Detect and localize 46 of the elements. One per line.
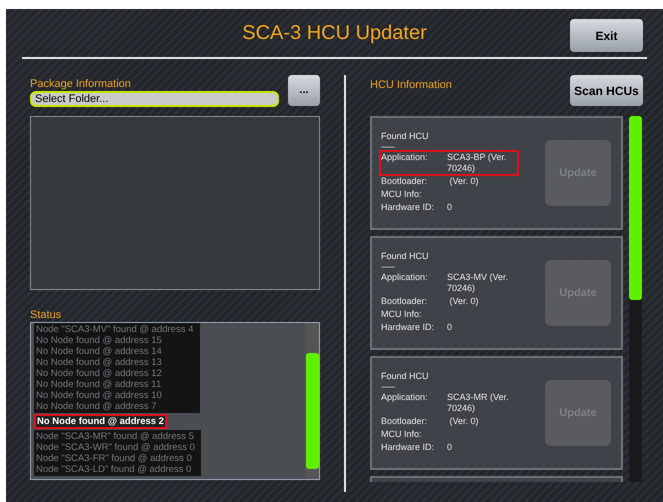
log-line: No Node found @ address 7: [35, 401, 158, 412]
log-line: No Node found @ address 12: [35, 368, 163, 379]
field-value: 0: [447, 322, 454, 333]
field-label: MCU Info:: [381, 429, 423, 440]
field-label: Hardware ID:: [381, 442, 436, 453]
card-title: Found HCU: [381, 251, 429, 262]
field-label: Application:: [381, 152, 429, 163]
log-line: No Node found @ address 13: [35, 357, 163, 368]
field-label: Bootloader:: [381, 416, 428, 427]
field-label: Hardware ID:: [381, 202, 436, 213]
log-line: No Node found @ address 11: [35, 379, 162, 390]
log-line: Node "SCA3-MV" found @ address 4: [35, 324, 194, 335]
field-label: MCU Info:: [381, 189, 423, 200]
field-label: Bootloader:: [381, 296, 428, 307]
log-line: No Node found @ address 15: [35, 335, 163, 346]
section-heading: Status: [30, 308, 62, 322]
section-heading: Package Information: [30, 77, 132, 91]
log-line: No Node found @ address 14: [35, 346, 163, 357]
field-value: (Ver. 0): [448, 296, 480, 307]
folder-field[interactable]: Select Folder...: [30, 91, 279, 107]
field-value: (Ver. 0): [448, 176, 480, 187]
card-title: Found HCU: [381, 371, 429, 382]
field-value: SCA3-MV (Ver. 70246): [447, 272, 509, 294]
browse-button[interactable]: ...: [288, 75, 320, 106]
field-label: Application:: [381, 392, 429, 403]
field-value: (Ver. 0): [448, 416, 480, 427]
log-line: Node "SCA3-FR" found @ address 0: [35, 453, 193, 464]
scrollbar-thumb[interactable]: [306, 353, 319, 469]
section-heading: HCU Information: [370, 78, 452, 93]
field-value: 0: [447, 202, 454, 213]
card-title: Found HCU: [381, 131, 429, 142]
log-line: Node "SCA3-LD" found @ address 0: [35, 464, 192, 475]
field-label: Bootloader:: [381, 176, 428, 187]
field-label: Application:: [381, 272, 429, 283]
log-line: Node "SCA3-WR" found @ address 0: [35, 442, 196, 453]
app-title: SCA-3 HCU Updater: [242, 21, 427, 46]
field-label: Hardware ID:: [381, 322, 436, 333]
field-value: SCA3-MR (Ver. 70246): [447, 392, 509, 414]
field-value: 0: [447, 442, 454, 453]
field-value: SCA3-BP (Ver. 70246): [447, 152, 508, 174]
log-line: Node "SCA3-MR" found @ address 5: [35, 431, 195, 442]
scan-hcus-button[interactable]: Scan HCUs: [570, 75, 643, 106]
scrollbar-thumb[interactable]: [629, 116, 642, 300]
log-line: No Node found @ address 10: [35, 390, 163, 401]
field-label: MCU Info:: [381, 309, 423, 320]
exit-button[interactable]: Exit: [570, 19, 643, 52]
